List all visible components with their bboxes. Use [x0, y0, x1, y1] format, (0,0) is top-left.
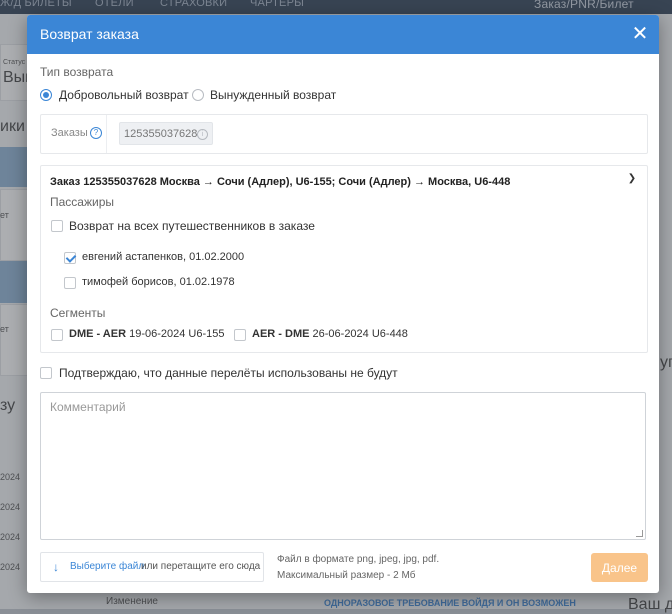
file-upload-area[interactable]: ↓ Выберите файл или перетащите его сюда	[40, 552, 264, 582]
segment-route-2: AER - DME	[252, 328, 310, 340]
segment-label-1[interactable]: DME - AER 19-06-2024 U6-155	[69, 328, 225, 340]
help-icon[interactable]: ?	[90, 127, 102, 139]
order-number: 125355037628	[124, 128, 198, 140]
file-info: Файл в формате png, jpeg, jpg, pdf. Макс…	[277, 552, 439, 584]
segment-details-1: 19-06-2024 U6-155	[129, 328, 225, 340]
segment-route-1: DME - AER	[69, 328, 127, 340]
radio-voluntary-label[interactable]: Добровольный возврат	[59, 88, 189, 102]
confirm-label[interactable]: Подтверждаю, что данные перелёты использ…	[59, 366, 398, 380]
all-passengers-label[interactable]: Возврат на всех путешественников в заказ…	[69, 219, 315, 233]
info-icon[interactable]: i	[197, 129, 208, 140]
segment-checkbox-1[interactable]	[51, 329, 63, 341]
order-panel: Заказ 125355037628 Москва → Сочи (Адлер)…	[40, 165, 648, 353]
arrow-down-icon: ↓	[53, 560, 59, 574]
order-title[interactable]: Заказ 125355037628 Москва → Сочи (Адлер)…	[50, 176, 510, 188]
segment-details-2: 26-06-2024 U6-448	[312, 328, 408, 340]
radio-voluntary-icon[interactable]	[40, 89, 52, 101]
orders-field: Заказы ? 125355037628 i	[40, 114, 648, 154]
orders-divider	[106, 115, 107, 153]
file-info-max-size: Максимальный размер - 2 Мб	[277, 570, 416, 581]
close-icon[interactable]: ✕	[629, 23, 651, 45]
confirm-checkbox[interactable]	[40, 367, 52, 379]
drag-drop-hint: или перетащите его сюда	[141, 561, 261, 572]
passenger-checkbox-2[interactable]	[64, 277, 76, 289]
passenger-label-1[interactable]: евгений астапенков, 01.02.2000	[82, 251, 244, 263]
refund-type-label: Тип возврата	[40, 65, 114, 79]
segment-checkbox-2[interactable]	[234, 329, 246, 341]
passengers-label: Пассажиры	[50, 195, 115, 209]
comment-textarea[interactable]	[40, 392, 646, 540]
resize-grip-icon[interactable]	[636, 530, 643, 537]
choose-file-link[interactable]: Выберите файл	[70, 561, 144, 572]
segment-label-2[interactable]: AER - DME 26-06-2024 U6-448	[252, 328, 408, 340]
chevron-down-icon[interactable]: ❯	[627, 174, 637, 184]
file-info-formats: Файл в формате png, jpeg, jpg, pdf.	[277, 554, 440, 565]
passenger-checkbox-1[interactable]	[64, 252, 76, 264]
passenger-label-2[interactable]: тимофей борисов, 01.02.1978	[82, 276, 235, 288]
modal-header: Возврат заказа ✕	[27, 15, 659, 54]
segments-label: Сегменты	[50, 306, 106, 320]
refund-order-modal: Возврат заказа ✕ Тип возврата Добровольн…	[27, 15, 659, 593]
modal-title: Возврат заказа	[40, 26, 139, 42]
next-button[interactable]: Далее	[591, 553, 648, 582]
order-number-chip[interactable]: 125355037628 i	[119, 122, 213, 145]
orders-label: Заказы	[51, 127, 88, 139]
radio-forced-icon[interactable]	[192, 89, 204, 101]
radio-forced-label[interactable]: Вынужденный возврат	[210, 88, 336, 102]
all-passengers-checkbox[interactable]	[51, 220, 63, 232]
